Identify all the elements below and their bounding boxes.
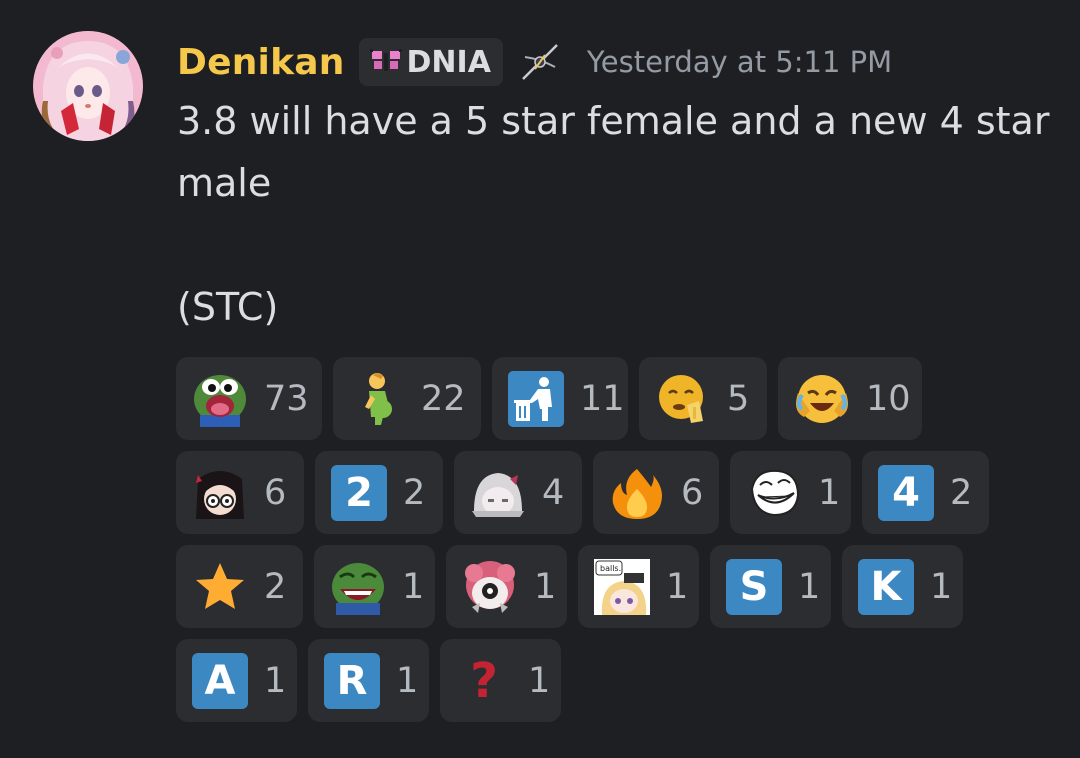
reaction-count: 5 <box>727 378 750 419</box>
message-content: 3.8 will have a 5 star female and a new … <box>177 99 1050 329</box>
pregnant-man-icon <box>349 371 405 427</box>
reaction-letter-r[interactable]: R 1 <box>308 639 429 722</box>
reactions-row: 73 22 11 5 10 <box>176 357 1056 440</box>
reaction-pepe-laughing[interactable]: 1 <box>314 545 435 628</box>
reaction-count: 4 <box>542 472 565 513</box>
reaction-letter-k[interactable]: K 1 <box>842 545 963 628</box>
reaction-star[interactable]: 2 <box>176 545 303 628</box>
reaction-count: 6 <box>681 472 704 513</box>
reaction-count: 2 <box>264 566 287 607</box>
reaction-count: 2 <box>403 472 426 513</box>
reaction-keycap-2[interactable]: 2 2 <box>315 451 443 534</box>
keycap-4-icon: 4 <box>878 464 934 521</box>
message-header: Denikan DNIA Yesterday at 5:11 PM <box>177 36 892 88</box>
reactions-row: A 1 R 1 ? 1 <box>176 639 1056 722</box>
server-tag-label: DNIA <box>406 44 491 80</box>
reaction-keycap-4[interactable]: 4 2 <box>862 451 989 534</box>
keycap-label: S <box>726 558 782 615</box>
reaction-put-litter-in-bin[interactable]: 11 <box>492 357 628 440</box>
pepe-shocked-icon <box>192 371 248 427</box>
reaction-count: 10 <box>866 378 911 419</box>
username[interactable]: Denikan <box>177 42 345 83</box>
reaction-balls-sticker[interactable]: balls. 1 <box>578 545 699 628</box>
avatar[interactable] <box>33 31 143 141</box>
letter-s-icon: S <box>726 558 782 615</box>
fire-icon <box>609 465 665 521</box>
face-holding-back-tears-icon <box>655 371 711 427</box>
reaction-count: 6 <box>264 472 287 513</box>
reaction-troll-face[interactable]: 1 <box>730 451 851 534</box>
avatar-image <box>33 31 143 141</box>
reaction-count: 1 <box>666 566 689 607</box>
red-question-mark-icon: ? <box>456 653 512 709</box>
keycap-label: 2 <box>331 464 387 521</box>
troll-face-icon <box>746 465 802 521</box>
dark-hair-girl-icon <box>192 465 248 521</box>
keycap-label: 4 <box>878 464 934 521</box>
reaction-letter-a[interactable]: A 1 <box>176 639 297 722</box>
reaction-count: 22 <box>421 378 466 419</box>
reaction-count: 11 <box>580 378 625 419</box>
server-tag[interactable]: DNIA <box>358 38 503 86</box>
reaction-pregnant-man[interactable]: 22 <box>333 357 481 440</box>
reaction-count: 1 <box>818 472 841 513</box>
reaction-letter-s[interactable]: S 1 <box>710 545 831 628</box>
letter-a-icon: A <box>192 652 248 709</box>
reaction-face-with-tears-of-joy-laughing[interactable]: 10 <box>778 357 922 440</box>
chat-message: Denikan DNIA Yesterday at 5:11 PM 3.8 wi… <box>0 0 1080 758</box>
keycap-label: K <box>858 558 914 615</box>
face-with-tears-of-joy-laughing-icon <box>794 371 850 427</box>
reactions-row: 6 2 2 4 6 1 4 2 <box>176 451 1056 534</box>
keycap-label: R <box>324 652 380 709</box>
reaction-fire[interactable]: 6 <box>593 451 719 534</box>
pink-butterfly-icon <box>369 49 402 71</box>
reaction-face-holding-back-tears[interactable]: 5 <box>639 357 767 440</box>
grey-haired-anime-icon <box>470 465 526 521</box>
reactions-bar: 73 22 11 5 10 6 2 2 4 6 1 4 2 2 1 1 ball… <box>176 357 1056 733</box>
reaction-grey-haired-anime[interactable]: 4 <box>454 451 582 534</box>
question-mark-glyph: ? <box>470 652 498 709</box>
balls-sticker-icon: balls. <box>594 558 650 615</box>
reaction-count: 1 <box>798 566 821 607</box>
keycap-label: A <box>192 652 248 709</box>
reaction-pepe-shocked[interactable]: 73 <box>176 357 322 440</box>
sword-badge-icon[interactable] <box>517 39 563 85</box>
reaction-count: 73 <box>264 378 309 419</box>
letter-r-icon: R <box>324 652 380 709</box>
reaction-pink-hair-anime-eye[interactable]: 1 <box>446 545 567 628</box>
letter-k-icon: K <box>858 558 914 615</box>
sticker-caption: balls. <box>600 564 621 573</box>
reaction-dark-hair-girl[interactable]: 6 <box>176 451 304 534</box>
put-litter-in-bin-icon <box>508 370 564 427</box>
pepe-laughing-icon <box>330 559 386 615</box>
keycap-2-icon: 2 <box>331 464 387 521</box>
reaction-red-question-mark[interactable]: ? 1 <box>440 639 561 722</box>
reactions-row: 2 1 1 balls. 1 S 1 K 1 <box>176 545 1056 628</box>
pink-hair-anime-eye-icon <box>462 559 518 615</box>
reaction-count: 1 <box>534 566 557 607</box>
star-icon <box>192 559 248 615</box>
reaction-count: 2 <box>950 472 973 513</box>
reaction-count: 1 <box>930 566 953 607</box>
reaction-count: 1 <box>396 660 419 701</box>
message-timestamp: Yesterday at 5:11 PM <box>586 45 893 79</box>
reaction-count: 1 <box>264 660 287 701</box>
reaction-count: 1 <box>528 660 551 701</box>
reaction-count: 1 <box>402 566 425 607</box>
